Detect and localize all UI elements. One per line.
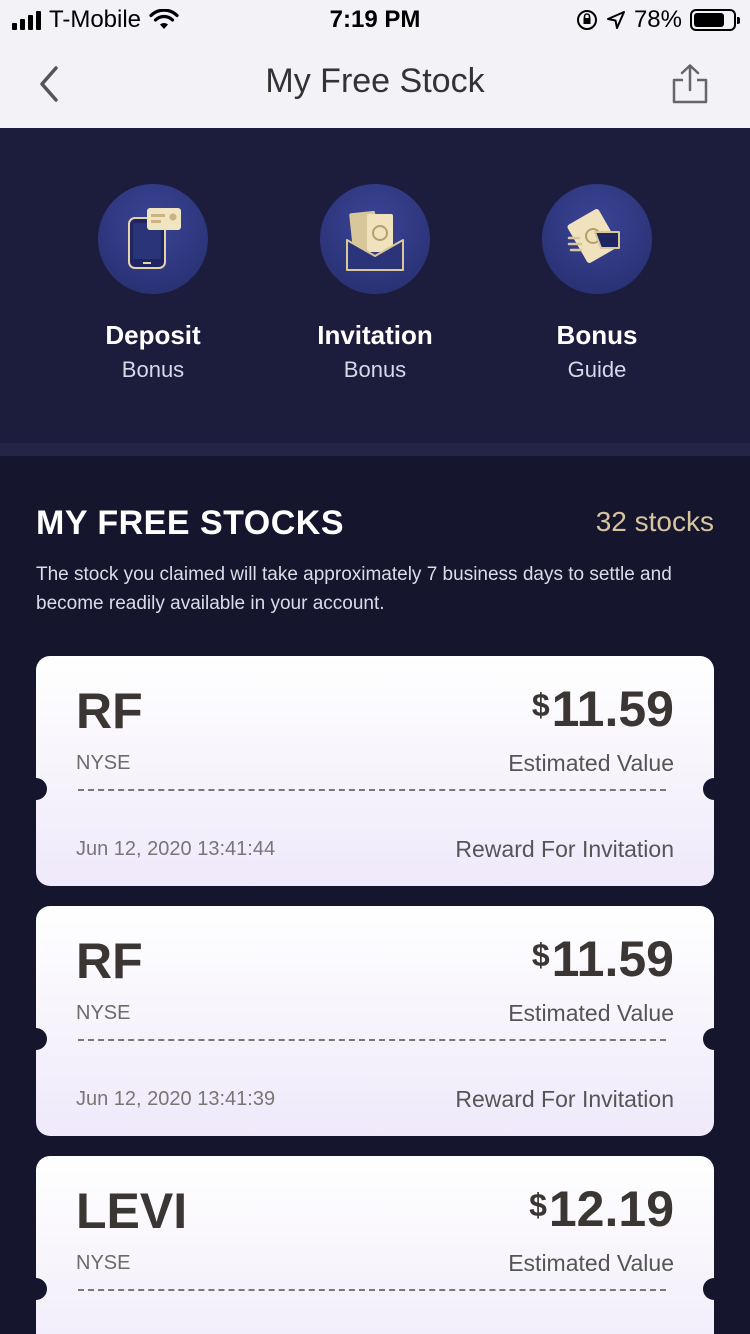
stock-value: $12.19 — [529, 1180, 674, 1238]
ticket-notch — [703, 778, 725, 800]
settlement-note: The stock you claimed will take approxim… — [36, 564, 672, 614]
card-divider — [78, 1039, 666, 1041]
ticket-notch — [25, 1028, 47, 1050]
orientation-lock-icon — [576, 10, 597, 30]
feature-title: Invitation — [317, 320, 433, 350]
location-icon — [606, 11, 625, 29]
section-title: MY FREE STOCKS — [36, 504, 345, 542]
claim-date: Jun 12, 2020 13:41:39 — [76, 1088, 276, 1110]
stock-exchange: NYSE — [76, 752, 131, 774]
feature-title: Deposit — [105, 320, 201, 350]
stock-symbol: RF — [76, 683, 143, 739]
nav-bar: My Free Stock — [0, 40, 750, 128]
claim-date: Jun 12, 2020 13:41:44 — [76, 838, 276, 860]
ticket-notch — [25, 778, 47, 800]
feature-subtitle: Bonus — [121, 357, 185, 382]
ticket-notch — [703, 1278, 725, 1300]
estimated-value-label: Estimated Value — [508, 750, 674, 776]
share-icon[interactable] — [670, 62, 710, 106]
currency-symbol: $ — [529, 1187, 547, 1223]
page-title: My Free Stock — [265, 62, 485, 100]
phone-card-icon — [128, 208, 181, 269]
stock-value: $11.59 — [532, 680, 674, 738]
estimated-value-label: Estimated Value — [508, 1250, 674, 1276]
reward-reason: Reward For Invitation — [455, 836, 674, 862]
stock-card[interactable]: LEVI NYSE $12.19 Estimated Value — [25, 1156, 725, 1334]
battery-icon — [690, 9, 740, 31]
status-bar: T-Mobile 7:19 PM 78% — [0, 0, 750, 40]
card-divider — [78, 789, 666, 791]
stock-value: $11.59 — [532, 930, 674, 988]
invitation-bonus-button[interactable]: Invitation Bonus — [265, 184, 485, 383]
stock-count: 32 stocks — [595, 506, 714, 537]
stock-card[interactable]: RF NYSE $11.59 Estimated Value Jun 12, 2… — [25, 656, 725, 886]
estimated-value-label: Estimated Value — [508, 1000, 674, 1026]
bonus-guide-button[interactable]: Bonus Guide — [487, 184, 707, 383]
stock-exchange: NYSE — [76, 1002, 131, 1024]
envelope-cash-icon — [346, 210, 404, 271]
bonus-guide-circle — [542, 184, 652, 294]
stock-exchange: NYSE — [76, 1252, 131, 1274]
value-amount: 11.59 — [551, 681, 674, 737]
value-amount: 12.19 — [548, 1181, 674, 1237]
feature-subtitle: Guide — [567, 357, 627, 382]
battery-fill — [694, 13, 724, 27]
section-divider — [0, 443, 750, 456]
hand-cash-icon — [567, 209, 620, 263]
status-right: 78% — [576, 6, 740, 34]
currency-symbol: $ — [531, 687, 550, 723]
feature-panel: Deposit Bonus Invitation Bonus Bonus Gui… — [0, 128, 750, 443]
stock-symbol: LEVI — [76, 1183, 188, 1239]
battery-percent: 78% — [633, 6, 682, 33]
invitation-bonus-circle — [320, 184, 430, 294]
ticket-notch — [25, 1278, 47, 1300]
stock-symbol: RF — [76, 933, 143, 989]
ticket-notch — [703, 1028, 725, 1050]
deposit-bonus-circle — [98, 184, 208, 294]
feature-subtitle: Bonus — [343, 357, 407, 382]
stock-card[interactable]: RF NYSE $11.59 Estimated Value Jun 12, 2… — [25, 906, 725, 1136]
value-amount: 11.59 — [551, 931, 674, 987]
card-divider — [78, 1289, 666, 1291]
feature-title: Bonus — [556, 320, 638, 350]
currency-symbol: $ — [531, 937, 550, 973]
reward-reason: Reward For Invitation — [455, 1086, 674, 1112]
deposit-bonus-button[interactable]: Deposit Bonus — [43, 184, 263, 383]
free-stocks-section: MY FREE STOCKS 32 stocks The stock you c… — [0, 456, 750, 1334]
